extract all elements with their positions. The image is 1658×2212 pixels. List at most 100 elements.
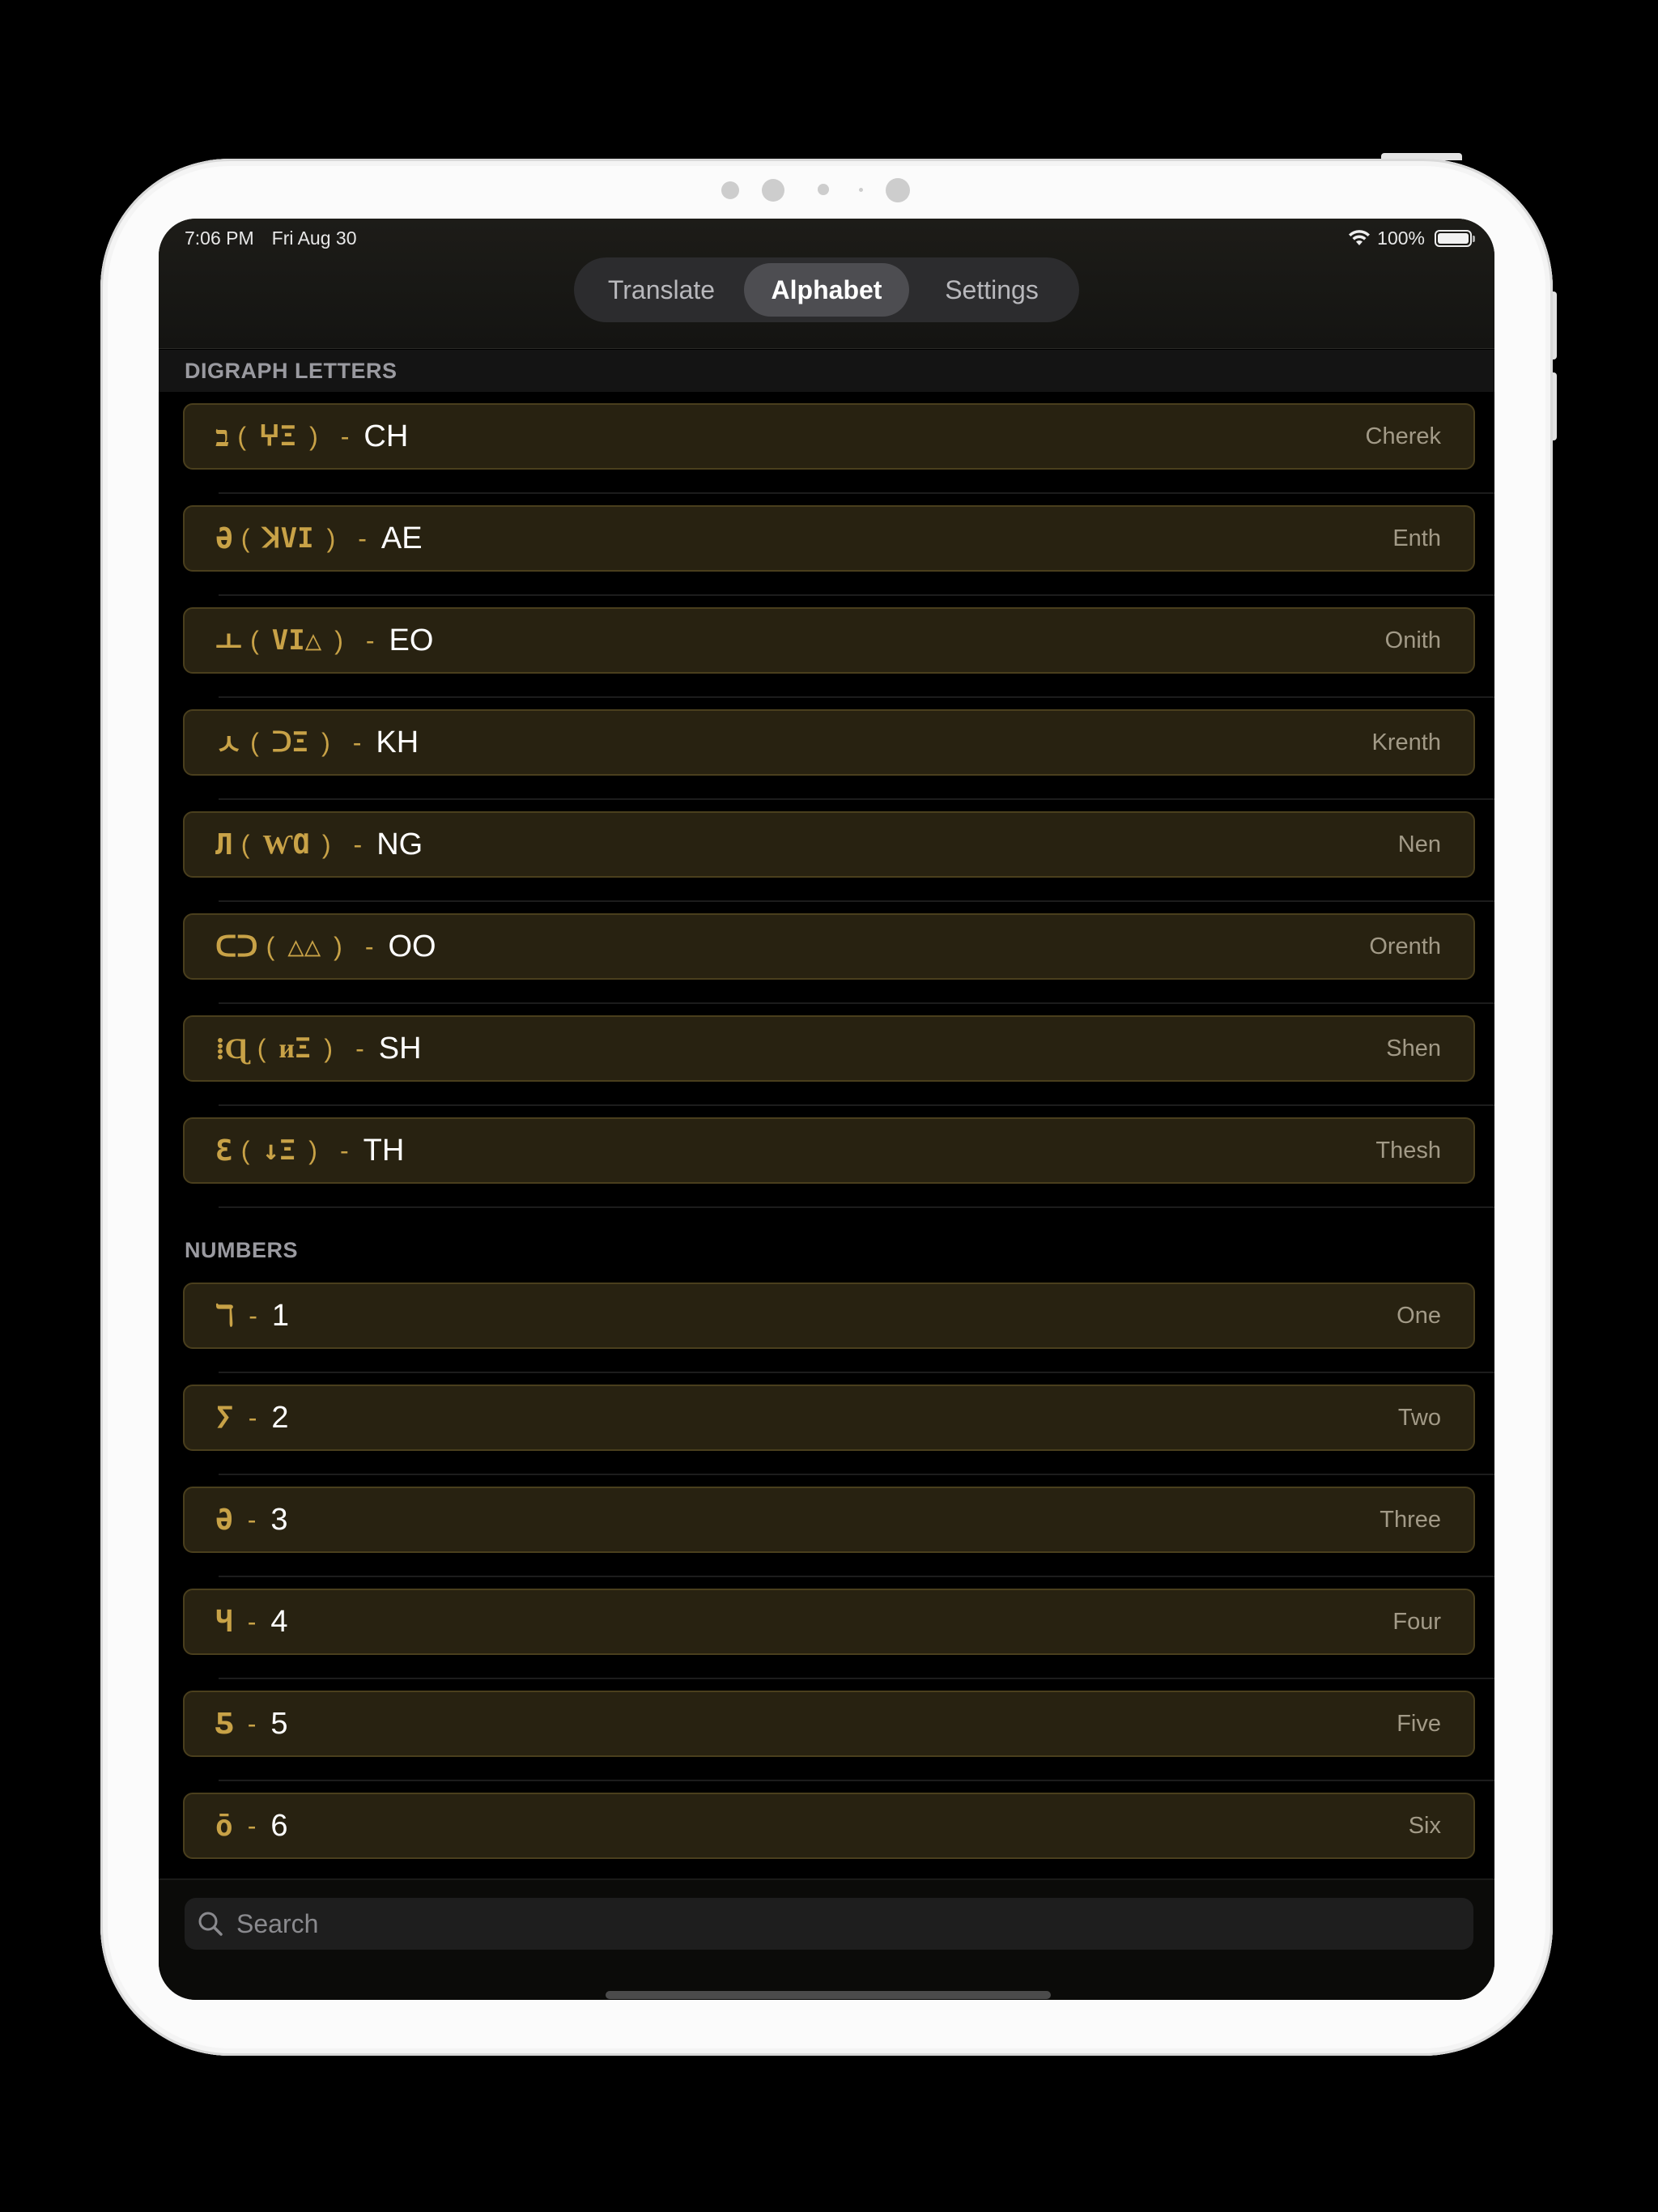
letter-name: Shen xyxy=(1386,1035,1441,1061)
letter-card[interactable]: ㅗ (VI△) - EO Onith xyxy=(183,607,1475,674)
status-date: Fri Aug 30 xyxy=(271,228,357,249)
list-item[interactable]: ᑕᑐ (△△) - OO Orenth xyxy=(159,902,1494,1004)
sensor-dot xyxy=(762,179,784,202)
list-item[interactable]: ō - 6 Six xyxy=(159,1781,1494,1883)
sensor-dot xyxy=(859,188,863,192)
list-item[interactable]: Л (ⱲⱭ) - NG Nen xyxy=(159,800,1494,902)
list-item[interactable]: Ә (ꓘVI) - AE Enth xyxy=(159,494,1494,596)
number-card[interactable]: ō - 6 Six xyxy=(183,1793,1475,1859)
search-field[interactable]: Search xyxy=(185,1898,1473,1950)
paren-close: ) xyxy=(324,1033,334,1063)
numeral: 5 xyxy=(270,1706,288,1741)
paren-close: ) xyxy=(334,625,343,655)
letter-card[interactable]: ⁞Ɋ (ᴎΞ) - SH Shen xyxy=(183,1015,1475,1082)
dash: - xyxy=(340,421,350,451)
list-item[interactable]: Ƽ - 5 Five xyxy=(159,1679,1494,1781)
paren-close: ) xyxy=(326,523,336,553)
number-card[interactable]: Ƽ - 5 Five xyxy=(183,1691,1475,1757)
letter-name: Krenth xyxy=(1371,729,1441,755)
tab-translate[interactable]: Translate xyxy=(579,263,744,317)
list-item[interactable]: ℸ - 1 One xyxy=(159,1271,1494,1373)
tab-alphabet[interactable]: Alphabet xyxy=(744,263,909,317)
glyph: ㅅ xyxy=(215,729,243,762)
paren-close: ) xyxy=(334,931,342,961)
letter-name: Cherek xyxy=(1365,423,1442,449)
number-name: Five xyxy=(1397,1710,1441,1737)
glyph: Ƽ xyxy=(215,1707,233,1741)
dash: - xyxy=(247,1810,257,1840)
glyph: Л xyxy=(215,827,233,861)
numeral: 2 xyxy=(271,1400,289,1435)
search-placeholder: Search xyxy=(236,1908,319,1938)
glyph-pair: ᴎΞ xyxy=(278,1032,312,1065)
wifi-icon xyxy=(1349,230,1371,245)
number-name: Four xyxy=(1392,1608,1441,1635)
paren-open: ( xyxy=(266,931,275,961)
paren-open: ( xyxy=(250,727,259,757)
sensor-dot xyxy=(721,181,739,199)
letter-name: Nen xyxy=(1397,831,1441,857)
tab-settings[interactable]: Settings xyxy=(909,263,1074,317)
letter-name: Onith xyxy=(1384,627,1441,653)
segmented-control: Translate Alphabet Settings xyxy=(574,257,1079,322)
number-card[interactable]: Ә - 3 Three xyxy=(183,1487,1475,1553)
number-card[interactable]: ⵢ - 2 Two xyxy=(183,1385,1475,1451)
paren-open: ( xyxy=(250,625,259,655)
numbers-list: ℸ - 1 One ⵢ - 2 Two Ә - 3 Three Ч - 4 Fo… xyxy=(159,1271,1494,1883)
paren-open: ( xyxy=(240,523,250,553)
paren-open: ( xyxy=(257,1033,266,1063)
letter-card[interactable]: Л (ⱲⱭ) - NG Nen xyxy=(183,811,1475,878)
list-item[interactable]: Ч - 4 Four xyxy=(159,1577,1494,1679)
number-name: Six xyxy=(1408,1812,1441,1839)
number-card[interactable]: ℸ - 1 One xyxy=(183,1283,1475,1349)
battery-icon xyxy=(1435,229,1475,247)
section-header-numbers: NUMBERS xyxy=(185,1238,299,1262)
list-item[interactable]: ⵢ - 2 Two xyxy=(159,1373,1494,1475)
numeral: 3 xyxy=(270,1502,288,1537)
list-item[interactable]: ⁞Ɋ (ᴎΞ) - SH Shen xyxy=(159,1004,1494,1106)
list-item[interactable]: ב (ⵖΞ) - CH Cherek xyxy=(159,392,1494,494)
number-name: Two xyxy=(1397,1404,1441,1431)
battery-percent: 100% xyxy=(1377,228,1425,249)
latin-letters: AE xyxy=(380,521,423,555)
latin-letters: SH xyxy=(378,1031,422,1066)
section-header-digraph: DIGRAPH LETTERS xyxy=(159,350,1494,392)
list-item[interactable]: ㅗ (VI△) - EO Onith xyxy=(159,596,1494,698)
search-icon xyxy=(198,1912,223,1936)
glyph: ⵢ xyxy=(215,1401,234,1435)
glyph: ℸ xyxy=(215,1299,235,1333)
camera-icon xyxy=(886,178,910,202)
dash: - xyxy=(247,1708,257,1738)
dash: - xyxy=(365,625,375,655)
dash: - xyxy=(249,1300,257,1330)
app-screen: 7:06 PM Fri Aug 30 100% Translate Alphabe… xyxy=(159,219,1494,2000)
latin-letters: KH xyxy=(376,725,419,759)
glyph: Ә xyxy=(215,521,233,555)
paren-close: ) xyxy=(321,829,331,859)
letter-name: Thesh xyxy=(1375,1137,1441,1163)
glyph-pair: ↓Ξ xyxy=(262,1134,296,1167)
home-indicator[interactable] xyxy=(606,1991,1051,1999)
glyph-pair: ꓘVI xyxy=(262,522,314,555)
glyph: ב xyxy=(215,420,230,453)
letter-card[interactable]: Ɛ (↓Ξ) - TH Thesh xyxy=(183,1117,1475,1184)
list-item[interactable]: ㅅ (ᑐΞ) - KH Krenth xyxy=(159,698,1494,800)
glyph-pair: VI△ xyxy=(271,624,322,657)
glyph: ⁞Ɋ xyxy=(215,1032,249,1066)
letter-name: Orenth xyxy=(1369,933,1441,959)
list-item[interactable]: Ɛ (↓Ξ) - TH Thesh xyxy=(159,1106,1494,1208)
dash: - xyxy=(358,523,367,553)
dash: - xyxy=(339,1135,349,1165)
status-time: 7:06 PM xyxy=(185,228,254,249)
glyph-pair: ⵖΞ xyxy=(259,420,297,453)
sensor-dot xyxy=(818,184,829,195)
list-item[interactable]: Ә - 3 Three xyxy=(159,1475,1494,1577)
letter-card[interactable]: ב (ⵖΞ) - CH Cherek xyxy=(183,403,1475,470)
number-card[interactable]: Ч - 4 Four xyxy=(183,1589,1475,1655)
letter-card[interactable]: ᑕᑐ (△△) - OO Orenth xyxy=(183,913,1475,980)
paren-close: ) xyxy=(309,421,318,451)
glyph: Ч xyxy=(215,1605,233,1639)
status-bar-left: 7:06 PM Fri Aug 30 xyxy=(185,222,357,254)
letter-card[interactable]: ㅅ (ᑐΞ) - KH Krenth xyxy=(183,709,1475,776)
letter-card[interactable]: Ә (ꓘVI) - AE Enth xyxy=(183,505,1475,572)
